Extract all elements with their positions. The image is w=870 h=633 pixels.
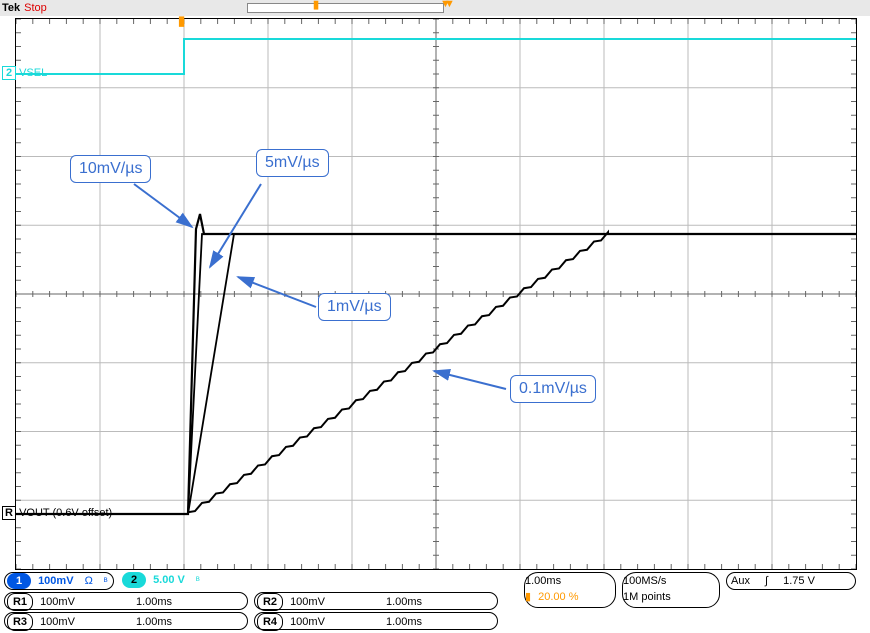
arrow-1 <box>238 277 316 307</box>
status-acq: 100MS/s 1M points <box>622 572 720 608</box>
status-ch1: 1 100mV ᴮ <box>4 572 114 590</box>
status-trigger: Aux ∫ 1.75 V <box>726 572 856 590</box>
annotation-10: 10mV/µs <box>70 155 151 183</box>
refs-marker: R VOUT (0.6V offset) <box>2 506 112 520</box>
brand-label: Tek <box>2 2 20 14</box>
status-bar: 1 100mV ᴮ 2 5.00 V ᴮ R1 100mV 1.00ms R2 … <box>0 570 870 633</box>
trigger-marker-y2-icon: ▼ <box>444 0 455 10</box>
status-ch2: 2 5.00 V ᴮ <box>120 572 230 588</box>
rising-edge-icon: ∫ <box>761 575 772 587</box>
plot-area: 2 VSEL R VOUT (0.6V offset) ▮ 10mV/µs 5m… <box>15 18 857 570</box>
ch2-label: VSEL <box>19 67 47 79</box>
trigger-position-bar: ▮ <box>247 0 442 14</box>
trigger-marker-a-icon: ▮ <box>313 0 319 11</box>
trigger-T-icon: ▮ <box>178 13 185 29</box>
arrow-10 <box>134 184 192 227</box>
annotation-0p1: 0.1mV/µs <box>510 375 596 403</box>
status-timebase: 1.00ms ▮ 20.00 % <box>524 572 616 608</box>
refs-label: VOUT (0.6V offset) <box>19 507 112 519</box>
status-r4: R4 100mV 1.00ms <box>254 612 498 630</box>
ch2-marker: 2 VSEL <box>2 66 47 80</box>
oscilloscope-screenshot: Tek Stop ▮ ▼ ▼ <box>0 0 870 633</box>
status-r2: R2 100mV 1.00ms <box>254 592 498 610</box>
annotation-1: 1mV/µs <box>318 293 391 321</box>
status-r1: R1 100mV 1.00ms <box>4 592 248 610</box>
grid-svg <box>16 19 856 569</box>
run-state: Stop <box>24 2 47 14</box>
annotation-5: 5mV/µs <box>256 149 329 177</box>
arrow-0p1 <box>434 371 506 389</box>
status-r3: R3 100mV 1.00ms <box>4 612 248 630</box>
